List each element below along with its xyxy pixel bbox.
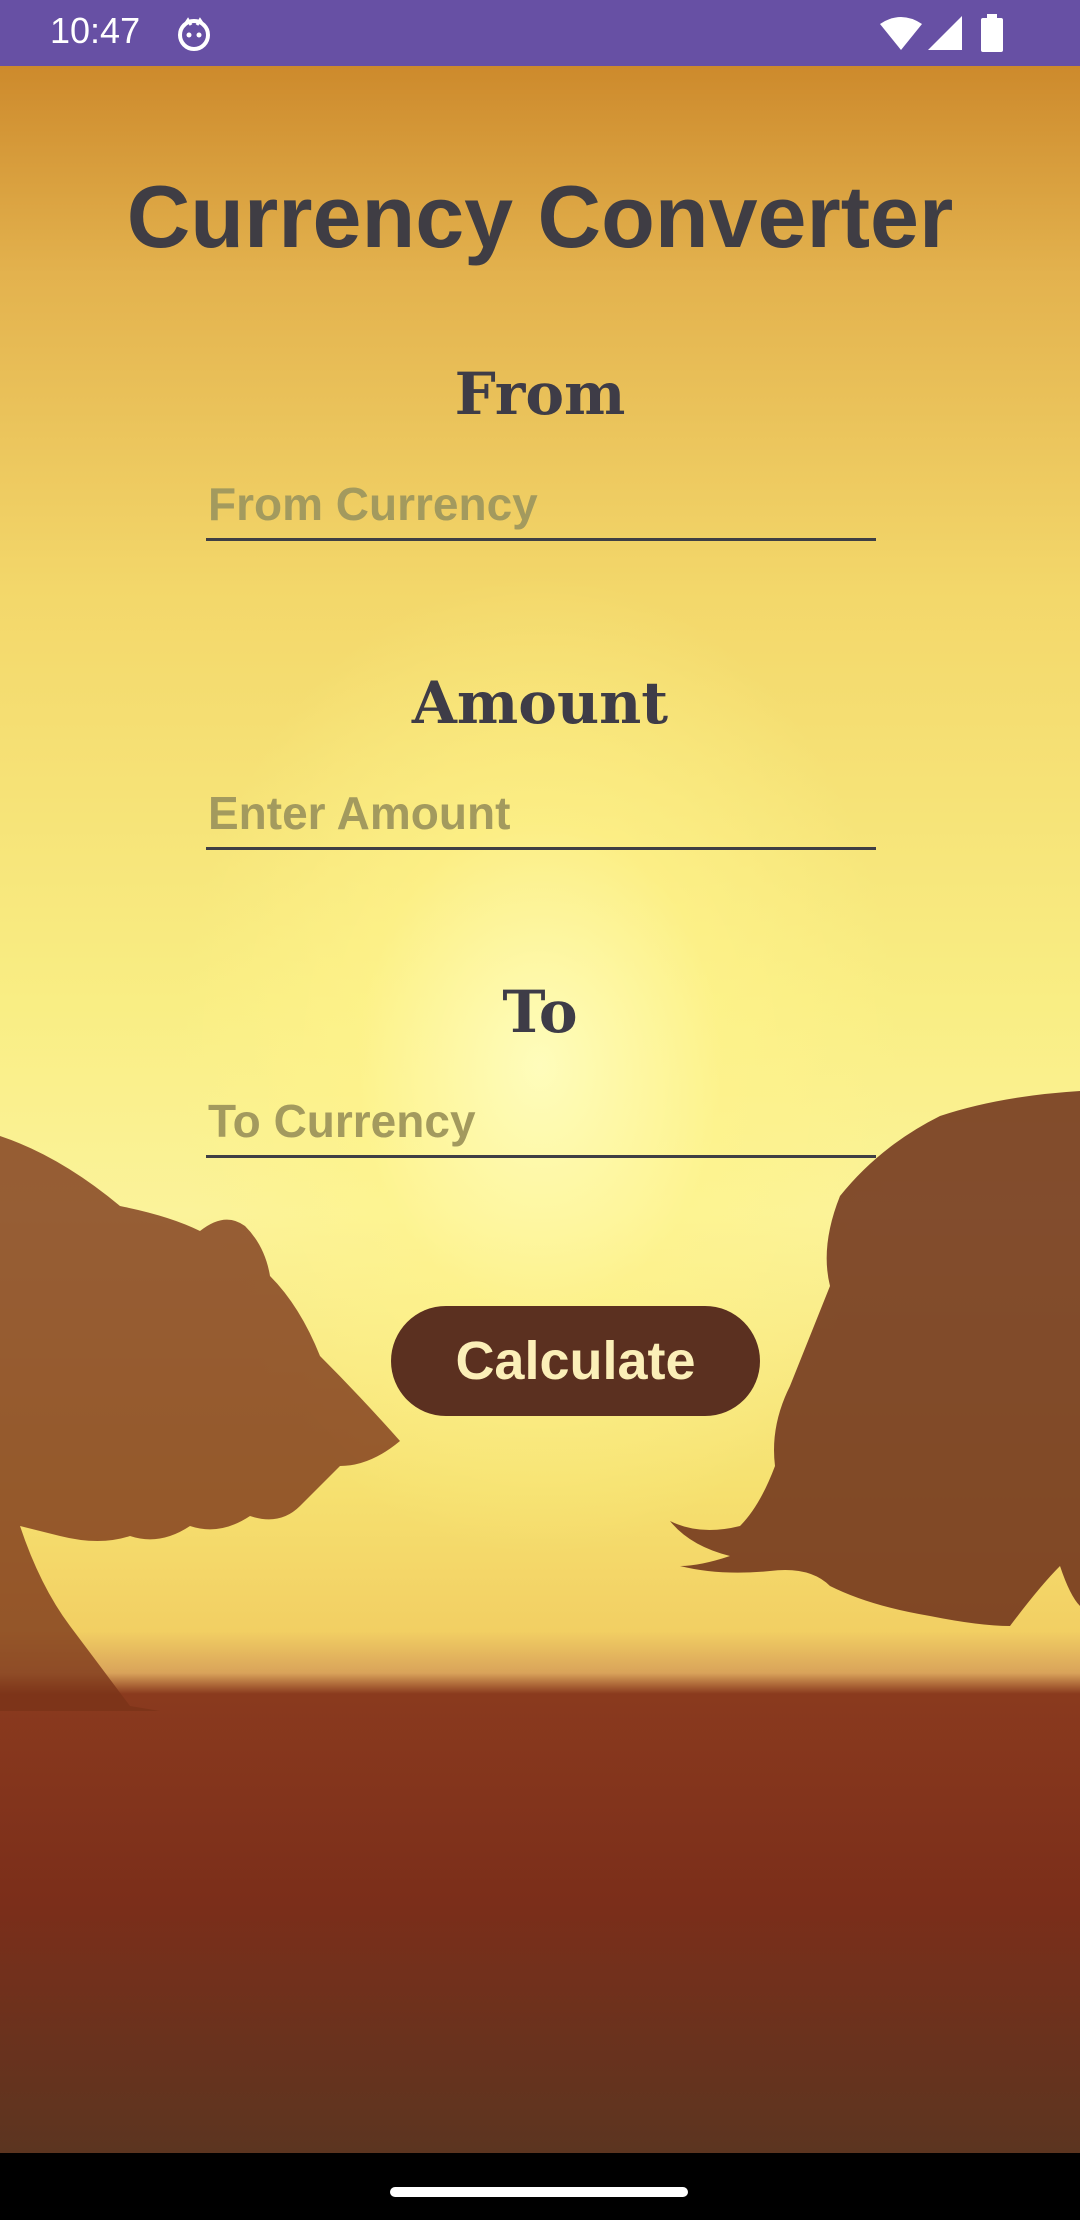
from-currency-input[interactable] (206, 470, 876, 541)
status-time: 10:47 (50, 10, 141, 51)
amount-heading: Amount (411, 669, 669, 737)
battery-icon (981, 14, 1003, 52)
app-screen: Currency Converter From Amount To Calcul… (0, 66, 1080, 2153)
bear-silhouette (0, 1136, 400, 1711)
from-heading: From (454, 360, 626, 428)
to-heading: To (502, 978, 578, 1046)
page-title: Currency Converter (126, 167, 954, 266)
wifi-icon (880, 17, 922, 50)
app-notification-icon (178, 17, 210, 51)
status-bar: 10:47 (0, 0, 1080, 66)
signal-icon (928, 16, 962, 50)
navigation-bar (0, 2153, 1080, 2220)
home-gesture-handle[interactable] (390, 2187, 688, 2197)
amount-input[interactable] (206, 779, 876, 850)
calculate-button[interactable]: Calculate (391, 1306, 760, 1416)
to-currency-input[interactable] (206, 1087, 876, 1158)
